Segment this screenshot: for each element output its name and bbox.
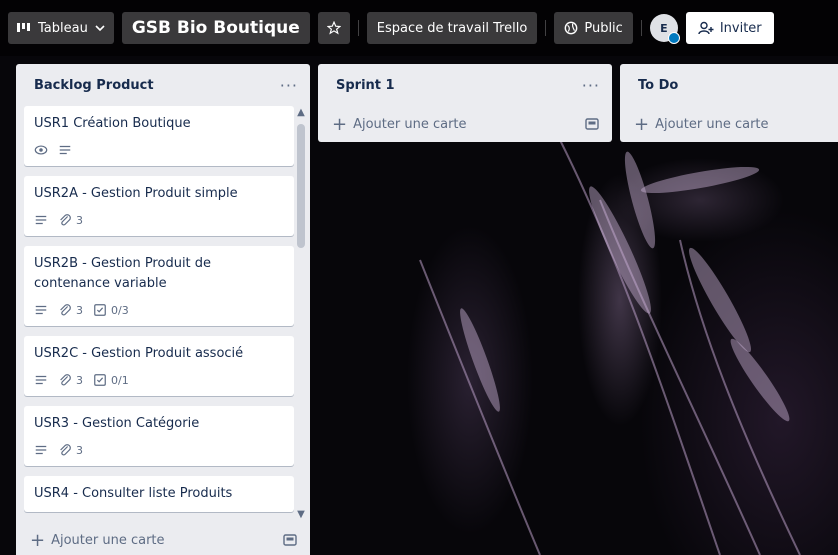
attachment-badge: 3	[58, 373, 83, 387]
card[interactable]: USR2B - Gestion Produit de contenance va…	[24, 246, 294, 326]
list-menu-icon[interactable]: ···	[280, 76, 298, 95]
list-header: Sprint 1 ···	[318, 64, 612, 106]
header-divider	[545, 20, 547, 36]
plus-icon: +	[332, 113, 348, 135]
card-template-icon[interactable]	[584, 116, 600, 132]
description-icon	[34, 213, 48, 227]
description-icon	[34, 443, 48, 457]
add-card-left: + Ajouter une carte	[634, 114, 769, 135]
card[interactable]: USR4 - Consulter liste Produits	[24, 476, 294, 512]
header-divider	[357, 20, 359, 36]
attachment-icon	[60, 304, 71, 316]
description-icon	[34, 373, 48, 387]
add-card-button[interactable]: + Ajouter une carte	[16, 522, 310, 555]
visibility-button[interactable]: Public	[554, 12, 633, 44]
card-title: USR4 - Consulter liste Produits	[34, 486, 233, 501]
add-card-label: Ajouter une carte	[655, 116, 769, 132]
attachment-count: 3	[76, 443, 83, 457]
plus-icon: +	[634, 113, 650, 135]
list-header: Backlog Product ···	[16, 64, 310, 106]
card-title: USR1 Création Boutique	[34, 116, 191, 131]
checklist-badge: 0/1	[93, 373, 129, 387]
scroll-track[interactable]	[296, 118, 306, 508]
chevron-down-icon	[95, 25, 105, 32]
plus-icon: +	[30, 529, 46, 551]
attachment-count: 3	[76, 373, 83, 387]
attachment-count: 3	[76, 213, 83, 227]
add-member-icon	[698, 21, 714, 35]
list-scrollbar[interactable]: ▲ ▼	[296, 106, 306, 520]
visibility-label: Public	[584, 20, 623, 36]
globe-icon	[564, 21, 578, 35]
scroll-thumb[interactable]	[297, 124, 305, 248]
checklist-icon	[94, 374, 106, 386]
invite-label: Inviter	[719, 20, 762, 36]
card-title: USR2A - Gestion Produit simple	[34, 186, 238, 201]
card[interactable]: USR1 Création Boutique	[24, 106, 294, 166]
workspace-button[interactable]: Espace de travail Trello	[366, 12, 538, 44]
attachment-badge: 3	[58, 443, 83, 457]
description-icon	[58, 143, 72, 157]
view-switcher-label: Tableau	[38, 20, 88, 36]
add-card-left: + Ajouter une carte	[30, 530, 165, 551]
card-template-icon[interactable]	[282, 532, 298, 548]
card-badges: 3	[34, 212, 284, 228]
star-button[interactable]	[317, 12, 350, 44]
invite-button[interactable]: Inviter	[685, 12, 774, 44]
attachment-badge: 3	[58, 213, 83, 227]
board-view-icon	[17, 23, 30, 32]
member-avatar[interactable]: E	[649, 14, 680, 44]
board-header: Tableau GSB Bio Boutique Espace de trava…	[0, 0, 838, 56]
checklist-count: 0/3	[111, 303, 129, 317]
card-badges: 3 0/3	[34, 302, 284, 318]
attachment-icon	[60, 374, 71, 386]
star-icon	[326, 21, 341, 35]
card-title: USR2B - Gestion Produit de contenance va…	[34, 256, 212, 291]
add-card-button[interactable]: + Ajouter une carte	[620, 106, 838, 142]
card-badges: 3 0/1	[34, 372, 284, 388]
add-card-left: + Ajouter une carte	[332, 114, 467, 135]
admin-badge-icon	[667, 32, 680, 44]
header-divider	[640, 20, 642, 36]
add-card-button[interactable]: + Ajouter une carte	[318, 106, 612, 142]
checklist-badge: 0/3	[93, 303, 129, 317]
list-menu-icon[interactable]: ···	[582, 76, 600, 95]
board-title[interactable]: GSB Bio Boutique	[121, 12, 310, 44]
eye-icon	[34, 143, 48, 157]
list-to-do: To Do + Ajouter une carte	[620, 64, 838, 142]
list-title[interactable]: To Do	[638, 78, 678, 93]
list-title[interactable]: Sprint 1	[336, 78, 395, 93]
attachment-icon	[60, 444, 71, 456]
scroll-down-icon[interactable]: ▼	[296, 508, 306, 520]
add-card-label: Ajouter une carte	[51, 532, 165, 548]
checklist-icon	[94, 304, 106, 316]
description-icon	[34, 303, 48, 317]
card[interactable]: USR3 - Gestion Catégorie 3	[24, 406, 294, 466]
card-container: USR1 Création Boutique USR2A - Gestion P…	[24, 106, 294, 520]
scroll-up-icon[interactable]: ▲	[296, 106, 306, 118]
checklist-count: 0/1	[111, 373, 129, 387]
card-title: USR3 - Gestion Catégorie	[34, 416, 200, 431]
list-title[interactable]: Backlog Product	[34, 78, 154, 93]
card-badges	[34, 142, 284, 158]
list-header: To Do	[620, 64, 838, 106]
list-sprint-1: Sprint 1 ··· + Ajouter une carte	[318, 64, 612, 142]
card-title: USR2C - Gestion Produit associé	[34, 346, 244, 361]
list-backlog-product: Backlog Product ··· USR1 Création Boutiq…	[16, 64, 310, 555]
attachment-icon	[60, 214, 71, 226]
add-card-label: Ajouter une carte	[353, 116, 467, 132]
card[interactable]: USR2A - Gestion Produit simple 3	[24, 176, 294, 236]
attachment-count: 3	[76, 303, 83, 317]
card[interactable]: USR2C - Gestion Produit associé 3 0/1	[24, 336, 294, 396]
card-badges: 3	[34, 442, 284, 458]
attachment-badge: 3	[58, 303, 83, 317]
avatar-initial: E	[660, 21, 668, 35]
view-switcher-button[interactable]: Tableau	[8, 12, 114, 44]
